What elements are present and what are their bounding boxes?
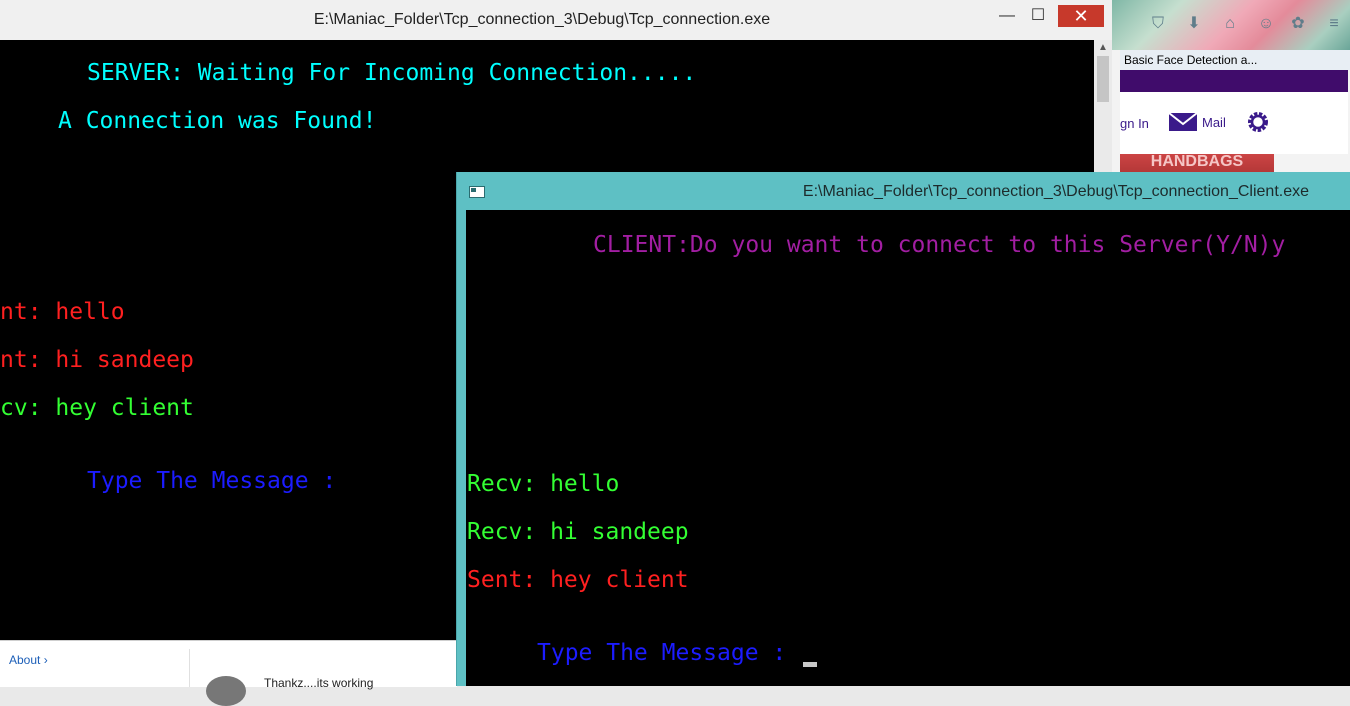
server-titlebar[interactable]: E:\Maniac_Folder\Tcp_connection_3\Debug\… <box>0 0 1112 40</box>
download-icon[interactable]: ⬇ <box>1184 14 1204 34</box>
avatar <box>206 676 246 706</box>
pocket-icon[interactable]: ⛉ <box>1148 14 1168 34</box>
maximize-button[interactable]: ☐ <box>1026 5 1050 27</box>
client-recv-line: Recv: hello <box>467 471 620 497</box>
about-link[interactable]: About › <box>9 653 48 667</box>
server-prompt-line: Type The Message : <box>87 468 337 494</box>
text-cursor <box>803 662 817 667</box>
client-console-output[interactable]: CLIENT:Do you want to connect to this Se… <box>466 210 1350 686</box>
site-header-bar <box>1120 70 1348 92</box>
mail-icon[interactable] <box>1168 112 1198 132</box>
sign-in-link[interactable]: gn In <box>1120 116 1149 131</box>
scrollbar-thumb[interactable] <box>1097 56 1109 102</box>
banner-text: HANDBAGS <box>1150 154 1244 170</box>
client-console-window: E:\Maniac_Folder\Tcp_connection_3\Debug\… <box>456 172 1350 686</box>
home-icon[interactable]: ⌂ <box>1220 14 1240 34</box>
server-sent-line: nt: hi sandeep <box>0 347 194 373</box>
divider <box>189 649 190 687</box>
client-prompt-line: Type The Message : <box>537 640 787 666</box>
server-window-title: E:\Maniac_Folder\Tcp_connection_3\Debug\… <box>313 11 771 28</box>
client-question-line: CLIENT:Do you want to connect to this Se… <box>593 232 1286 258</box>
server-sent-line: nt: hello <box>0 299 125 325</box>
browser-toolbar: ⛉ ⬇ ⌂ ☺ ✿ ≡ <box>1112 0 1350 50</box>
extension-icon[interactable]: ✿ <box>1288 14 1308 34</box>
client-sent-line: Sent: hey client <box>467 567 689 593</box>
site-nav: gn In Mail <box>1120 92 1348 154</box>
client-recv-line: Recv: hi sandeep <box>467 519 689 545</box>
gear-icon[interactable] <box>1246 110 1270 134</box>
background-webpage: About › Thankz....its working <box>0 640 457 706</box>
smiley-icon[interactable]: ☺ <box>1256 14 1276 34</box>
minimize-button[interactable]: — <box>996 5 1018 27</box>
comment-text: Thankz....its working <box>264 676 374 690</box>
browser-tab[interactable]: Basic Face Detection a... <box>1120 50 1350 70</box>
browser-tab-title: Basic Face Detection a... <box>1124 53 1258 67</box>
scroll-up-arrow-icon[interactable]: ▲ <box>1098 42 1108 53</box>
menu-icon[interactable]: ≡ <box>1324 14 1344 34</box>
client-window-title: E:\Maniac_Folder\Tcp_connection_3\Debug\… <box>802 183 1309 200</box>
server-waiting-line: SERVER: Waiting For Incoming Connection.… <box>87 60 697 86</box>
background-browser-window: ⛉ ⬇ ⌂ ☺ ✿ ≡ Basic Face Detection a... gn… <box>1112 0 1350 180</box>
close-button[interactable]: ✕ <box>1058 5 1104 27</box>
mail-link[interactable]: Mail <box>1202 115 1226 130</box>
server-found-line: A Connection was Found! <box>58 108 377 134</box>
server-recv-line: cv: hey client <box>0 395 194 421</box>
